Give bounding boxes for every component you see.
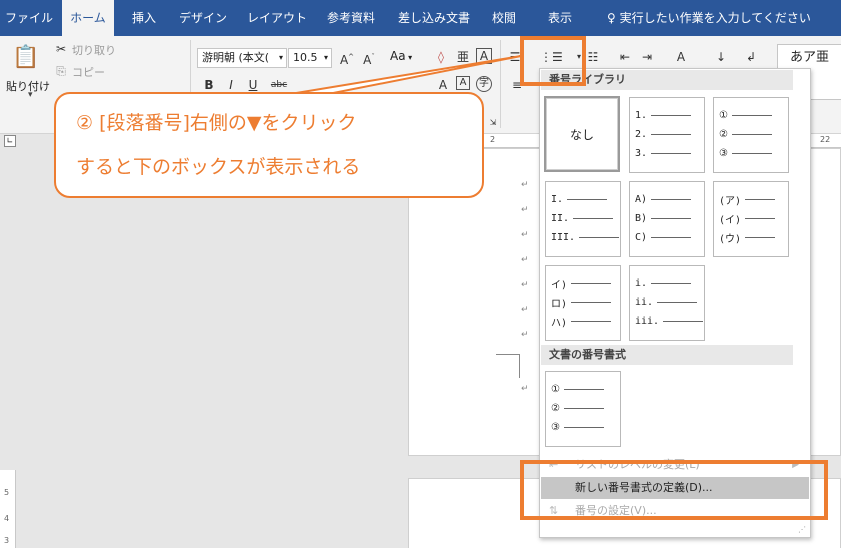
numbering-none-label: なし: [569, 128, 594, 142]
paste-icon[interactable]: 📋: [12, 44, 40, 72]
numbering-option-alpha-upper[interactable]: A) B) C): [629, 181, 705, 257]
show-formatting-marks-icon[interactable]: ↲: [742, 48, 760, 66]
sort-icon[interactable]: ↓: [712, 48, 730, 66]
increase-indent-icon[interactable]: ⇥: [638, 48, 656, 66]
vruler-mark: 4: [4, 514, 10, 523]
resize-grip-icon[interactable]: ⋰: [798, 525, 806, 534]
tab-design[interactable]: デザイン: [176, 0, 230, 36]
vertical-ruler[interactable]: 5 4 3: [0, 470, 16, 548]
vruler-mark: 5: [4, 488, 10, 497]
paragraph-mark: ↵: [521, 330, 529, 340]
tell-me-box[interactable]: ♀ 実行したい作業を入力してください: [607, 0, 811, 36]
document-numbering-option-circled[interactable]: ① ② ③: [545, 371, 621, 447]
paragraph-mark: ↵: [521, 305, 529, 315]
paragraph-mark: ↵: [521, 255, 529, 265]
callout-line-2: すると下のボックスが表示される: [76, 156, 361, 178]
decrease-indent-icon[interactable]: ⇤: [616, 48, 634, 66]
cut-button[interactable]: 切り取り: [72, 42, 116, 58]
font-name-value: 游明朝 (本文(: [202, 51, 270, 64]
clear-formatting-icon[interactable]: ◊: [432, 48, 450, 66]
document-formats-header: 文書の番号書式: [541, 345, 793, 365]
shrink-font-icon[interactable]: Aˇ: [360, 48, 378, 67]
tell-me-text: 実行したい作業を入力してください: [619, 11, 811, 25]
chevron-down-icon: ▾: [323, 53, 328, 62]
numbering-option-iroha[interactable]: イ) ロ) ハ): [545, 265, 621, 341]
copy-button[interactable]: コピー: [72, 64, 105, 80]
tab-home[interactable]: ホーム: [62, 0, 114, 36]
change-case-button[interactable]: Aa ▾: [390, 49, 412, 63]
paragraph-mark: ↵: [521, 230, 529, 240]
numbering-option-roman-lower[interactable]: i. ii. iii.: [629, 265, 705, 341]
lightbulb-icon: ♀: [607, 11, 616, 25]
numbering-option-katakana-paren[interactable]: (ア) (イ) (ウ): [713, 181, 789, 257]
paragraph-mark: ↵: [521, 280, 529, 290]
paragraph-mark: ↵: [521, 180, 529, 190]
define-new-format-highlight: [520, 460, 828, 520]
numbering-option-arabic[interactable]: 1. 2. 3.: [629, 97, 705, 173]
separator: [500, 40, 501, 128]
callout-line-1: ② [段落番号]右側の▼をクリック: [76, 112, 357, 134]
chevron-down-icon: ▾: [278, 53, 283, 62]
grow-font-icon[interactable]: A^: [338, 48, 356, 67]
font-size-value: 10.5: [293, 51, 318, 64]
vruler-mark: 3: [4, 536, 10, 545]
copy-icon: ⎘: [56, 64, 66, 78]
ruler-mark: 22: [820, 135, 831, 144]
phonetic-guide-icon[interactable]: 亜: [454, 48, 472, 66]
multilevel-list-icon[interactable]: ☷: [584, 48, 602, 66]
character-shading-icon[interactable]: A: [456, 76, 470, 90]
font-name-select[interactable]: 游明朝 (本文( ▾: [197, 48, 287, 68]
numbering-button-highlight: [520, 36, 586, 86]
tab-view[interactable]: 表示: [540, 0, 580, 36]
tab-layout[interactable]: レイアウト: [244, 0, 310, 36]
callout-balloon: ② [段落番号]右側の▼をクリック すると下のボックスが表示される: [54, 92, 484, 198]
character-border-icon[interactable]: A: [476, 48, 492, 64]
scissors-icon: ✂: [55, 42, 67, 56]
tab-references[interactable]: 参考資料: [322, 0, 380, 36]
paste-dropdown-icon[interactable]: ▾: [28, 90, 33, 100]
paragraph-mark: ↵: [521, 384, 529, 394]
ribbon-tab-bar: ファイル ホーム 挿入 デザイン レイアウト 参考資料 差し込み文書 校閲 表示…: [0, 0, 841, 36]
enclose-character-icon[interactable]: 字: [476, 76, 492, 92]
numbering-option-roman-upper[interactable]: I. II. III.: [545, 181, 621, 257]
asian-layout-icon[interactable]: A: [672, 48, 690, 66]
tab-mailings[interactable]: 差し込み文書: [392, 0, 476, 36]
tab-review[interactable]: 校閲: [484, 0, 524, 36]
paragraph-mark: ↵: [521, 205, 529, 215]
ruler-mark: 2: [490, 135, 496, 144]
tab-selector[interactable]: ∟: [4, 135, 16, 147]
font-size-select[interactable]: 10.5 ▾: [288, 48, 332, 68]
tab-file[interactable]: ファイル: [0, 0, 58, 36]
numbering-option-circled[interactable]: ① ② ③: [713, 97, 789, 173]
margin-corner-mark: [496, 354, 520, 378]
tab-insert[interactable]: 挿入: [124, 0, 164, 36]
numbering-option-none[interactable]: なし: [544, 96, 620, 172]
